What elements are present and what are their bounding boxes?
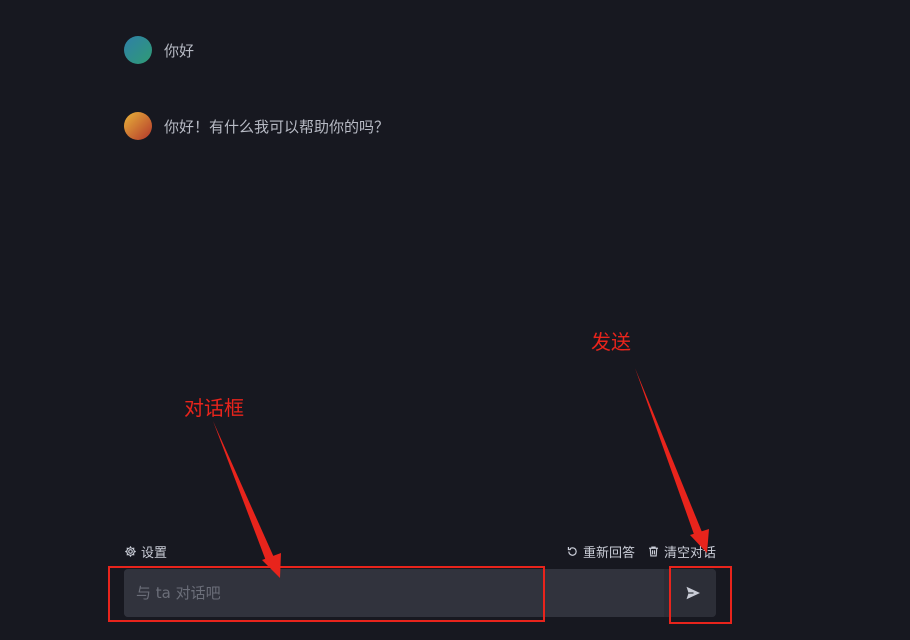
assistant-message-text: 你好！有什么我可以帮助你的吗？ bbox=[164, 117, 390, 136]
send-annotation-arrow bbox=[635, 368, 709, 553]
assistant-message: 你好！有什么我可以帮助你的吗？ bbox=[124, 112, 389, 140]
regenerate-button[interactable]: 重新回答 bbox=[566, 542, 635, 561]
toolbar-actions: 重新回答 清空对话 bbox=[566, 542, 716, 561]
input-annotation-label: 对话框 bbox=[184, 396, 244, 420]
user-message-text: 你好 bbox=[164, 41, 195, 60]
trash-icon bbox=[649, 545, 658, 557]
refresh-icon bbox=[567, 546, 577, 556]
user-avatar bbox=[124, 36, 152, 64]
user-message: 你好 bbox=[124, 36, 194, 64]
settings-button[interactable]: 设置 bbox=[124, 542, 167, 561]
chat-toolbar: 设置 重新回答 清空对话 bbox=[124, 541, 716, 561]
settings-label: 设置 bbox=[141, 545, 168, 561]
clear-chat-label: 清空对话 bbox=[663, 545, 716, 561]
send-annotation-label: 发送 bbox=[591, 330, 631, 354]
gear-icon bbox=[125, 545, 136, 557]
chat-page: 你好 你好！有什么我可以帮助你的吗？ 设置 重新回答 清空对话 与 ta 对话吧… bbox=[0, 0, 910, 640]
regenerate-label: 重新回答 bbox=[582, 545, 635, 561]
assistant-avatar bbox=[124, 112, 152, 140]
send-annotation-box bbox=[669, 566, 732, 624]
clear-chat-button[interactable]: 清空对话 bbox=[647, 542, 716, 561]
input-annotation-box bbox=[108, 566, 545, 622]
